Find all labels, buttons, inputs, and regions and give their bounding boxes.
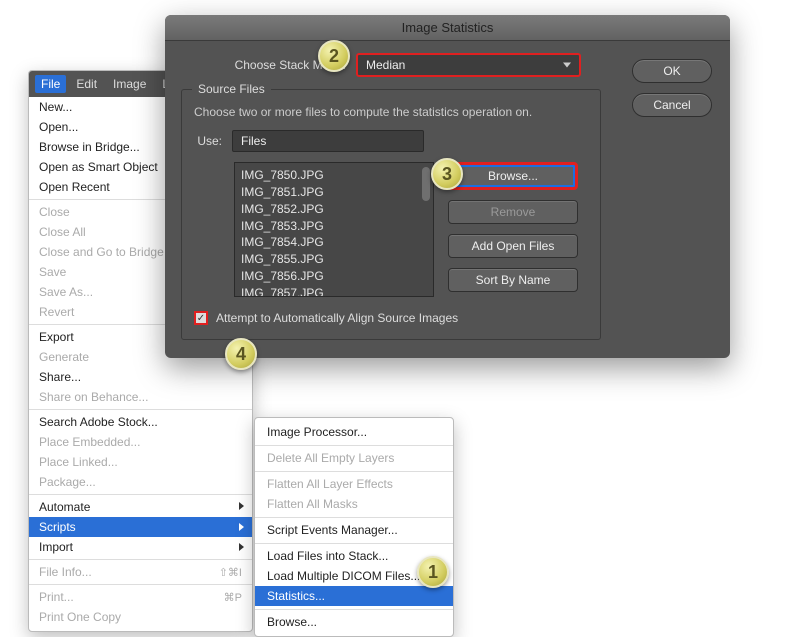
file-menu-item: Print... ⌘P (29, 584, 252, 607)
file-entry[interactable]: IMG_7855.JPG (241, 251, 427, 268)
file-menu-item[interactable]: Automate (29, 494, 252, 517)
scripts-menu-item: Delete All Empty Layers (255, 445, 453, 468)
callout-badge-3: 3 (431, 158, 463, 190)
menu-item-label: Package... (39, 475, 96, 489)
menu-item-label: Save (39, 265, 66, 279)
menu-item-label: Close (39, 205, 70, 219)
scrollbar-thumb[interactable] (422, 167, 430, 201)
menu-item-label: Revert (39, 305, 74, 319)
menu-item-shortcut: ⇧⌘I (219, 566, 242, 579)
menu-item-label: Search Adobe Stock... (39, 415, 158, 429)
use-select[interactable]: Files (232, 130, 424, 152)
menu-item-label: Open Recent (39, 180, 110, 194)
file-menu-item: File Info... ⇧⌘I (29, 559, 252, 582)
menu-item-label: Print... (39, 590, 74, 604)
menu-item-label: Scripts (39, 520, 76, 534)
menu-item-label: Place Embedded... (39, 435, 140, 449)
source-files-desc: Choose two or more files to compute the … (194, 104, 588, 120)
chevron-right-icon (239, 502, 244, 510)
scripts-menu-item: Flatten All Masks (255, 494, 453, 514)
cancel-button[interactable]: Cancel (632, 93, 712, 117)
menu-item-label: Automate (39, 500, 90, 514)
menu-item-label: File Info... (39, 565, 92, 579)
file-entry[interactable]: IMG_7852.JPG (241, 201, 427, 218)
file-menu-item[interactable]: Scripts (29, 517, 252, 537)
callout-badge-2: 2 (318, 40, 350, 72)
menu-item-label: Open as Smart Object (39, 160, 158, 174)
stack-mode-select[interactable]: Median (356, 53, 581, 77)
menu-item-label: Close All (39, 225, 86, 239)
menu-item-label: Save As... (39, 285, 93, 299)
remove-button[interactable]: Remove (448, 200, 578, 224)
file-entry[interactable]: IMG_7854.JPG (241, 234, 427, 251)
callout-badge-1: 1 (417, 556, 449, 588)
file-entry[interactable]: IMG_7853.JPG (241, 218, 427, 235)
menu-item-label: Share on Behance... (39, 390, 148, 404)
scripts-menu-item[interactable]: Script Events Manager... (255, 517, 453, 540)
stack-mode-value: Median (366, 58, 405, 72)
file-menu-item: Package... (29, 472, 252, 492)
file-menu-item[interactable]: Share... (29, 367, 252, 387)
dialog-title: Image Statistics (165, 15, 730, 41)
chevron-right-icon (239, 523, 244, 531)
file-menu-item: Print One Copy (29, 607, 252, 627)
menu-item-label: New... (39, 100, 72, 114)
file-entry[interactable]: IMG_7856.JPG (241, 268, 427, 285)
menu-item-label: Import (39, 540, 73, 554)
browse-button[interactable]: Browse... (448, 162, 578, 190)
use-value: Files (241, 134, 266, 148)
file-menu-item: Share on Behance... (29, 387, 252, 407)
scripts-menu-item[interactable]: Statistics... (255, 586, 453, 606)
file-entry[interactable]: IMG_7851.JPG (241, 184, 427, 201)
menu-item-label: Browse in Bridge... (39, 140, 140, 154)
chevron-right-icon (239, 543, 244, 551)
menu-item-label: Share... (39, 370, 81, 384)
ok-button[interactable]: OK (632, 59, 712, 83)
scripts-menu-item[interactable]: Image Processor... (255, 422, 453, 442)
use-label: Use: (194, 134, 222, 148)
scripts-submenu: Image Processor... Delete All Empty Layer… (254, 417, 454, 637)
source-files-group: Source Files Choose two or more files to… (181, 89, 601, 340)
file-menu-item: Place Embedded... (29, 432, 252, 452)
menu-item-label: Open... (39, 120, 78, 134)
menu-item-label: Export (39, 330, 74, 344)
source-files-title: Source Files (192, 82, 271, 96)
menubar-image[interactable]: Image (107, 75, 152, 93)
menu-item-label: Close and Go to Bridge (39, 245, 164, 259)
auto-align-label: Attempt to Automatically Align Source Im… (216, 311, 458, 325)
menu-item-label: Generate (39, 350, 89, 364)
scripts-menu-item[interactable]: Browse... (255, 609, 453, 632)
menubar-file[interactable]: File (35, 75, 66, 93)
file-menu-item[interactable]: Search Adobe Stock... (29, 409, 252, 432)
file-entry[interactable]: IMG_7850.JPG (241, 167, 427, 184)
menu-item-shortcut: ⌘P (224, 591, 242, 604)
sort-by-name-button[interactable]: Sort By Name (448, 268, 578, 292)
file-entry[interactable]: IMG_7857.JPG (241, 285, 427, 297)
files-list[interactable]: IMG_7850.JPGIMG_7851.JPGIMG_7852.JPGIMG_… (234, 162, 434, 297)
file-menu-item[interactable]: Import (29, 537, 252, 557)
menu-item-label: Place Linked... (39, 455, 118, 469)
auto-align-checkbox[interactable]: ✓ (194, 311, 208, 325)
file-menu-item: Place Linked... (29, 452, 252, 472)
callout-badge-4: 4 (225, 338, 257, 370)
menubar-edit[interactable]: Edit (70, 75, 103, 93)
chevron-down-icon (563, 63, 571, 68)
menu-item-label: Print One Copy (39, 610, 121, 624)
add-open-files-button[interactable]: Add Open Files (448, 234, 578, 258)
scripts-menu-item: Flatten All Layer Effects (255, 471, 453, 494)
